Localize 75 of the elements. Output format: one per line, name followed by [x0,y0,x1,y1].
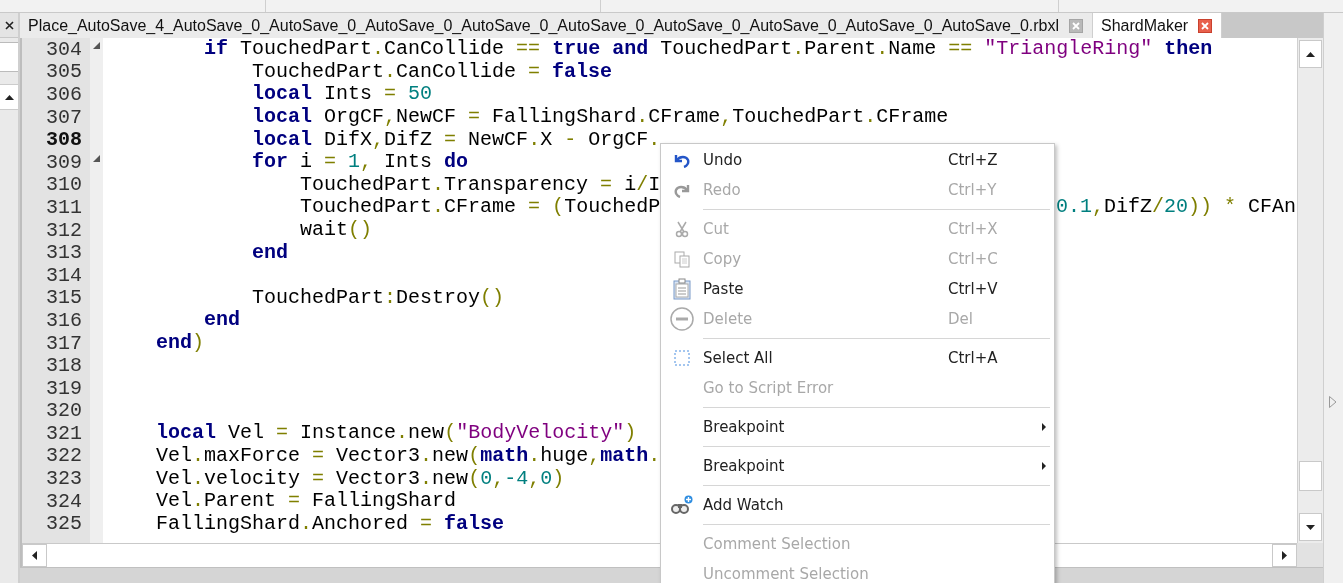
menu-item[interactable]: Undo Ctrl+Z [661,145,1054,175]
line-number: 318 [46,354,82,378]
scroll-left-button[interactable] [22,544,47,567]
up-arrow-icon [1306,51,1315,57]
code-line: local OrgCF,NewCF = FallingShard.CFrame,TouchedPart.CFrame [251,106,949,129]
submenu-arrow-icon [1042,423,1046,431]
line-number: 311 [46,195,82,219]
menu-item[interactable]: Add Watch [661,490,1054,520]
scroll-up-button[interactable] [1299,40,1322,68]
line-number: 316 [46,308,82,332]
menu-item[interactable]: Breakpoint [661,451,1054,481]
fold-marker-icon[interactable] [93,42,100,49]
line-number: 305 [46,60,82,84]
redo-icon [673,182,691,198]
line-number: 309 [46,150,82,174]
code-line: TouchedPart.CanCollide = false [251,60,613,83]
line-number: 319 [46,376,82,400]
copy-icon [674,250,690,268]
line-number: 321 [46,421,82,445]
code-line: Vel.maxForce = Vector3.new(math.huge,math. [155,445,661,467]
left-arrow-icon [32,551,37,560]
line-number: 313 [46,241,82,265]
code-line: wait() [299,219,373,242]
input-field[interactable] [0,42,18,72]
minus-circle-icon [670,307,694,331]
code-line: end [203,309,241,332]
code-line: end [251,241,289,264]
binoculars-icon [671,495,693,515]
scroll-down-button[interactable] [1299,513,1322,541]
code-line: local Vel = Instance.new("BodyVelocity") [155,422,637,445]
line-number: 322 [46,444,82,468]
menu-item[interactable]: Paste Ctrl+V [661,274,1054,304]
dashed-square-icon [674,350,690,366]
undo-icon [673,152,691,168]
fold-marker-icon[interactable] [93,154,100,162]
line-number: 320 [46,399,82,423]
code-line: TouchedPart.CFrame = (TouchedP [299,196,661,219]
line-number: 306 [46,83,82,106]
vertical-scrollbar[interactable] [1297,38,1323,543]
clipboard-icon [673,278,691,300]
line-number: 310 [46,173,82,197]
code-line: 0.1,DifZ/20)) * CFAn [1056,196,1297,219]
scroll-right-button[interactable] [1272,544,1297,567]
right-arrow-icon [1282,551,1287,560]
code-line: local Ints = 50 [251,83,433,106]
line-number: 315 [46,286,82,310]
scissors-icon [674,220,690,238]
editor-tab[interactable]: Place_AutoSave_4_AutoSave_0_AutoSave_0_AutoSave_0_AutoSave_0_AutoSave_0_AutoSave_0_AutoSave_0_AutoSave_0_AutoSave_0.rbxl [20,13,1094,38]
menu-item[interactable]: Select All Ctrl+A [661,343,1054,373]
menu-item[interactable]: Breakpoint [661,412,1054,442]
line-number: 307 [46,105,82,129]
line-number: 312 [46,218,82,242]
code-line: FallingShard.Anchored = false [155,512,505,535]
editor-tab[interactable]: ShardMaker [1093,13,1223,38]
line-number: 314 [46,263,82,287]
code-line: TouchedPart.Transparency = i/I [299,173,661,196]
close-icon[interactable] [4,20,14,30]
up-arrow-icon [4,94,14,100]
line-number: 308 [46,128,82,152]
code-line: end) [155,332,205,354]
down-arrow-icon [1306,524,1315,530]
line-number: 304 [46,38,82,61]
code-line: if TouchedPart.CanCollide == true and TouchedPart.Parent.Name == "TriangleRing" then [203,38,1213,61]
code-line: Vel.Parent = FallingShard [155,490,457,513]
submenu-arrow-icon [1042,462,1046,470]
line-number: 324 [46,489,82,513]
code-line: local DifX,DifZ = NewCF.X - OrgCF. [251,128,661,151]
line-number: 325 [46,512,82,536]
code-line: TouchedPart:Destroy() [251,286,505,309]
scroll-up-button[interactable] [0,84,18,110]
code-line: for i = 1, Ints do [251,151,469,174]
code-line: Vel.velocity = Vector3.new(0,-4,0) [155,467,565,490]
scrollbar-thumb[interactable] [1299,461,1322,491]
line-number: 323 [46,467,82,491]
line-number: 317 [46,331,82,355]
